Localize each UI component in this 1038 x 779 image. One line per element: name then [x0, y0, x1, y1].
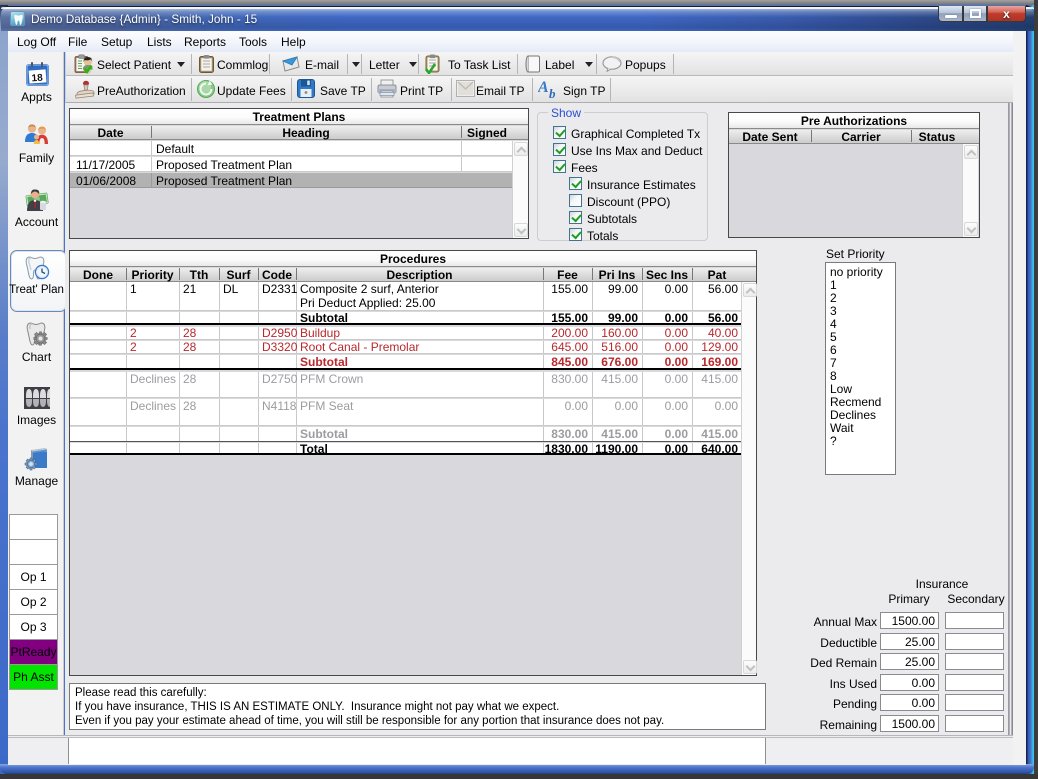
- svg-text:18: 18: [31, 73, 43, 85]
- svg-text:b: b: [549, 86, 556, 100]
- svg-text:A: A: [538, 79, 549, 96]
